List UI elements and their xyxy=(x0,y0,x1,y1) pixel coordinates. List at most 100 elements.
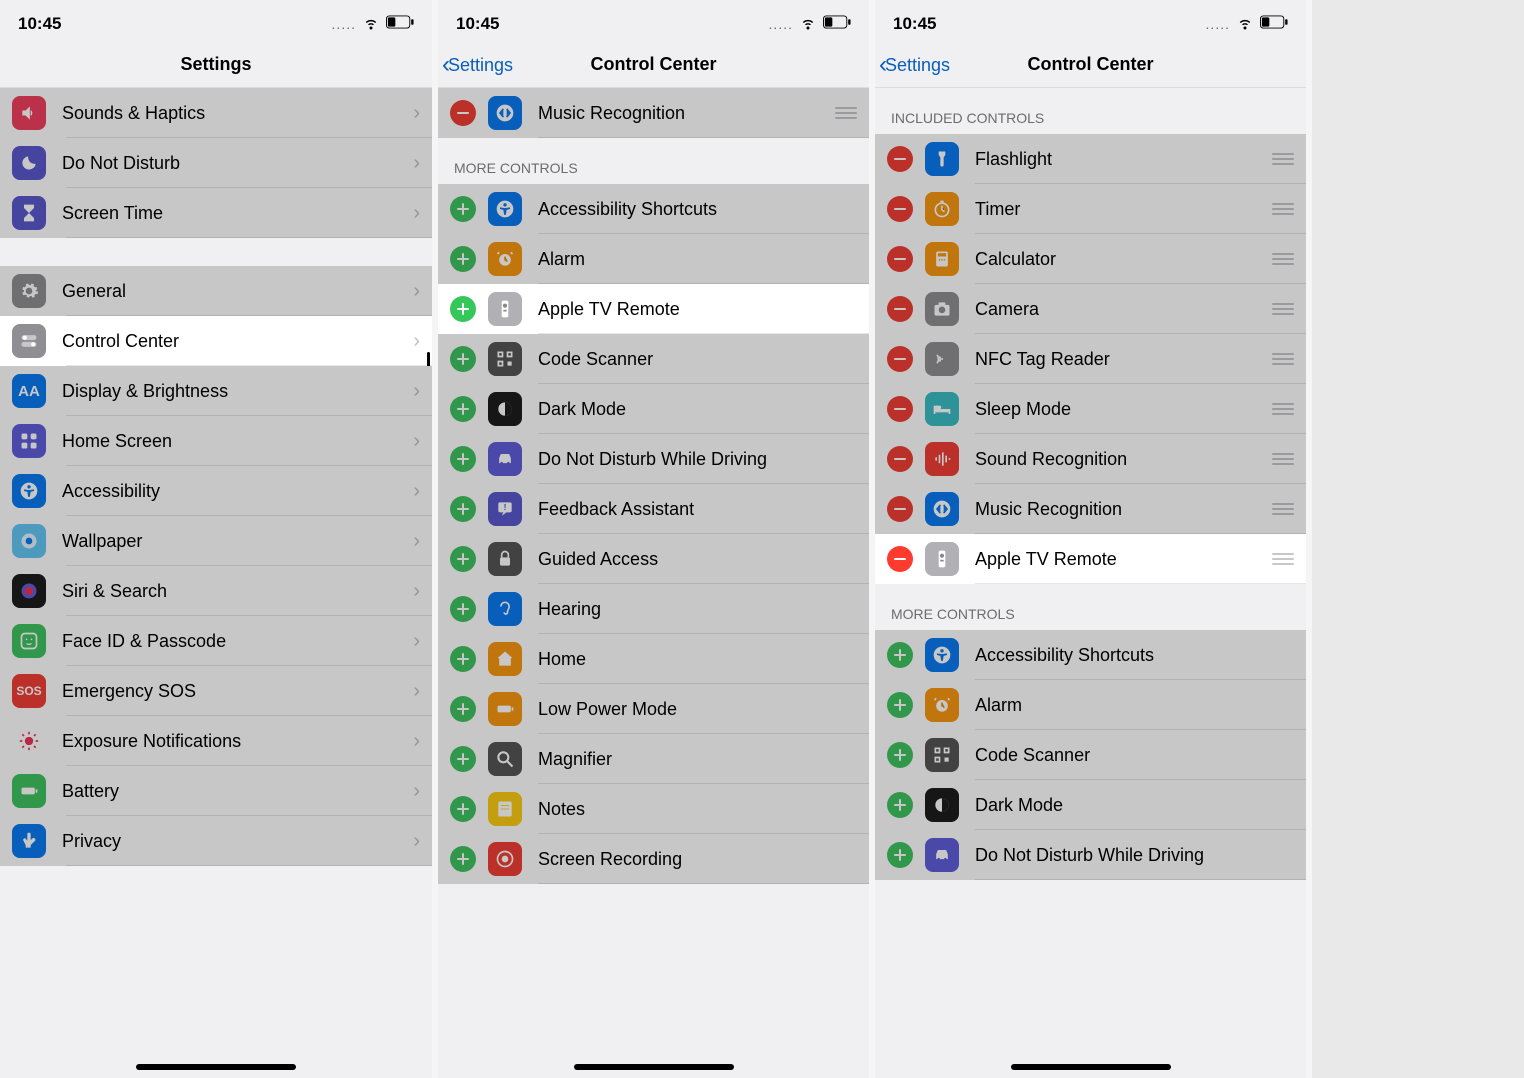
add-button[interactable] xyxy=(887,792,913,818)
row-label: Notes xyxy=(538,799,857,820)
row-calculator[interactable]: Calculator xyxy=(875,234,1306,284)
chevron-right-icon: › xyxy=(413,630,420,653)
reorder-handle[interactable] xyxy=(1272,353,1294,365)
row-siri-search[interactable]: Siri & Search› xyxy=(0,566,432,616)
add-button[interactable] xyxy=(887,642,913,668)
reorder-handle[interactable] xyxy=(835,107,857,119)
add-button[interactable] xyxy=(450,196,476,222)
row-do-not-disturb-while-driving[interactable]: Do Not Disturb While Driving xyxy=(438,434,869,484)
add-button[interactable] xyxy=(887,842,913,868)
row-exposure-notifications[interactable]: Exposure Notifications› xyxy=(0,716,432,766)
remove-button[interactable] xyxy=(887,296,913,322)
row-home-screen[interactable]: Home Screen› xyxy=(0,416,432,466)
reorder-handle[interactable] xyxy=(1272,553,1294,565)
row-timer[interactable]: Timer xyxy=(875,184,1306,234)
row-apple-tv-remote[interactable]: Apple TV Remote xyxy=(875,534,1306,584)
reorder-handle[interactable] xyxy=(1272,253,1294,265)
add-button[interactable] xyxy=(450,696,476,722)
row-label: Music Recognition xyxy=(538,103,825,124)
add-button[interactable] xyxy=(450,796,476,822)
row-screen-recording[interactable]: Screen Recording xyxy=(438,834,869,884)
gear-icon xyxy=(12,274,46,308)
row-code-scanner[interactable]: Code Scanner xyxy=(875,730,1306,780)
row-do-not-disturb-while-driving[interactable]: Do Not Disturb While Driving xyxy=(875,830,1306,880)
reorder-handle[interactable] xyxy=(1272,503,1294,515)
row-apple-tv-remote[interactable]: Apple TV Remote xyxy=(438,284,869,334)
remove-button[interactable] xyxy=(887,546,913,572)
row-label: Camera xyxy=(975,299,1262,320)
row-hearing[interactable]: Hearing xyxy=(438,584,869,634)
row-home[interactable]: Home xyxy=(438,634,869,684)
row-general[interactable]: General› xyxy=(0,266,432,316)
back-button[interactable]: ‹ Settings xyxy=(879,42,950,88)
home-indicator[interactable] xyxy=(574,1064,734,1070)
row-accessibility-shortcuts[interactable]: Accessibility Shortcuts xyxy=(875,630,1306,680)
add-button[interactable] xyxy=(450,496,476,522)
add-button[interactable] xyxy=(450,746,476,772)
row-sounds-haptics[interactable]: Sounds & Haptics› xyxy=(0,88,432,138)
add-button[interactable] xyxy=(450,246,476,272)
row-music-recognition[interactable]: Music Recognition xyxy=(875,484,1306,534)
row-sound-recognition[interactable]: Sound Recognition xyxy=(875,434,1306,484)
remove-button[interactable] xyxy=(887,246,913,272)
row-dark-mode[interactable]: Dark Mode xyxy=(875,780,1306,830)
reorder-handle[interactable] xyxy=(1272,203,1294,215)
remove-button[interactable] xyxy=(450,100,476,126)
row-low-power-mode[interactable]: Low Power Mode xyxy=(438,684,869,734)
row-dark-mode[interactable]: Dark Mode xyxy=(438,384,869,434)
row-label: Do Not Disturb xyxy=(62,153,413,174)
row-accessibility[interactable]: Accessibility› xyxy=(0,466,432,516)
row-magnifier[interactable]: Magnifier xyxy=(438,734,869,784)
row-code-scanner[interactable]: Code Scanner xyxy=(438,334,869,384)
row-accessibility-shortcuts[interactable]: Accessibility Shortcuts xyxy=(438,184,869,234)
row-feedback-assistant[interactable]: !Feedback Assistant xyxy=(438,484,869,534)
row-screen-time[interactable]: Screen Time› xyxy=(0,188,432,238)
row-label: Low Power Mode xyxy=(538,699,857,720)
add-button[interactable] xyxy=(450,546,476,572)
row-nfc-tag-reader[interactable]: NFC Tag Reader xyxy=(875,334,1306,384)
reorder-handle[interactable] xyxy=(1272,403,1294,415)
add-button[interactable] xyxy=(887,692,913,718)
row-sleep-mode[interactable]: Sleep Mode xyxy=(875,384,1306,434)
remove-button[interactable] xyxy=(887,346,913,372)
remove-button[interactable] xyxy=(887,396,913,422)
add-button[interactable] xyxy=(450,846,476,872)
row-display-brightness[interactable]: AADisplay & Brightness› xyxy=(0,366,432,416)
remove-button[interactable] xyxy=(887,446,913,472)
row-privacy[interactable]: Privacy› xyxy=(0,816,432,866)
row-do-not-disturb[interactable]: Do Not Disturb› xyxy=(0,138,432,188)
row-face-id-passcode[interactable]: Face ID & Passcode› xyxy=(0,616,432,666)
add-button[interactable] xyxy=(450,596,476,622)
row-music-recognition[interactable]: Music Recognition xyxy=(438,88,869,138)
add-button[interactable] xyxy=(450,296,476,322)
home-indicator[interactable] xyxy=(136,1064,296,1070)
row-wallpaper[interactable]: Wallpaper› xyxy=(0,516,432,566)
row-guided-access[interactable]: Guided Access xyxy=(438,534,869,584)
section-label-more: MORE CONTROLS xyxy=(438,138,869,184)
add-button[interactable] xyxy=(450,646,476,672)
row-flashlight[interactable]: Flashlight xyxy=(875,134,1306,184)
add-button[interactable] xyxy=(887,742,913,768)
add-button[interactable] xyxy=(450,396,476,422)
sound-icon xyxy=(925,442,959,476)
back-button[interactable]: ‹ Settings xyxy=(442,42,513,88)
row-control-center[interactable]: Control Center› xyxy=(0,316,432,366)
row-camera[interactable]: Camera xyxy=(875,284,1306,334)
row-battery[interactable]: Battery› xyxy=(0,766,432,816)
reorder-handle[interactable] xyxy=(1272,303,1294,315)
home-indicator[interactable] xyxy=(1011,1064,1171,1070)
row-alarm[interactable]: Alarm xyxy=(438,234,869,284)
reorder-handle[interactable] xyxy=(1272,453,1294,465)
remove-button[interactable] xyxy=(887,196,913,222)
row-alarm[interactable]: Alarm xyxy=(875,680,1306,730)
remove-button[interactable] xyxy=(887,496,913,522)
row-emergency-sos[interactable]: SOSEmergency SOS› xyxy=(0,666,432,716)
add-button[interactable] xyxy=(450,446,476,472)
row-label: Magnifier xyxy=(538,749,857,770)
row-label: Do Not Disturb While Driving xyxy=(538,449,857,470)
add-button[interactable] xyxy=(450,346,476,372)
remove-button[interactable] xyxy=(887,146,913,172)
row-notes[interactable]: Notes xyxy=(438,784,869,834)
reorder-handle[interactable] xyxy=(1272,153,1294,165)
row-label: Hearing xyxy=(538,599,857,620)
